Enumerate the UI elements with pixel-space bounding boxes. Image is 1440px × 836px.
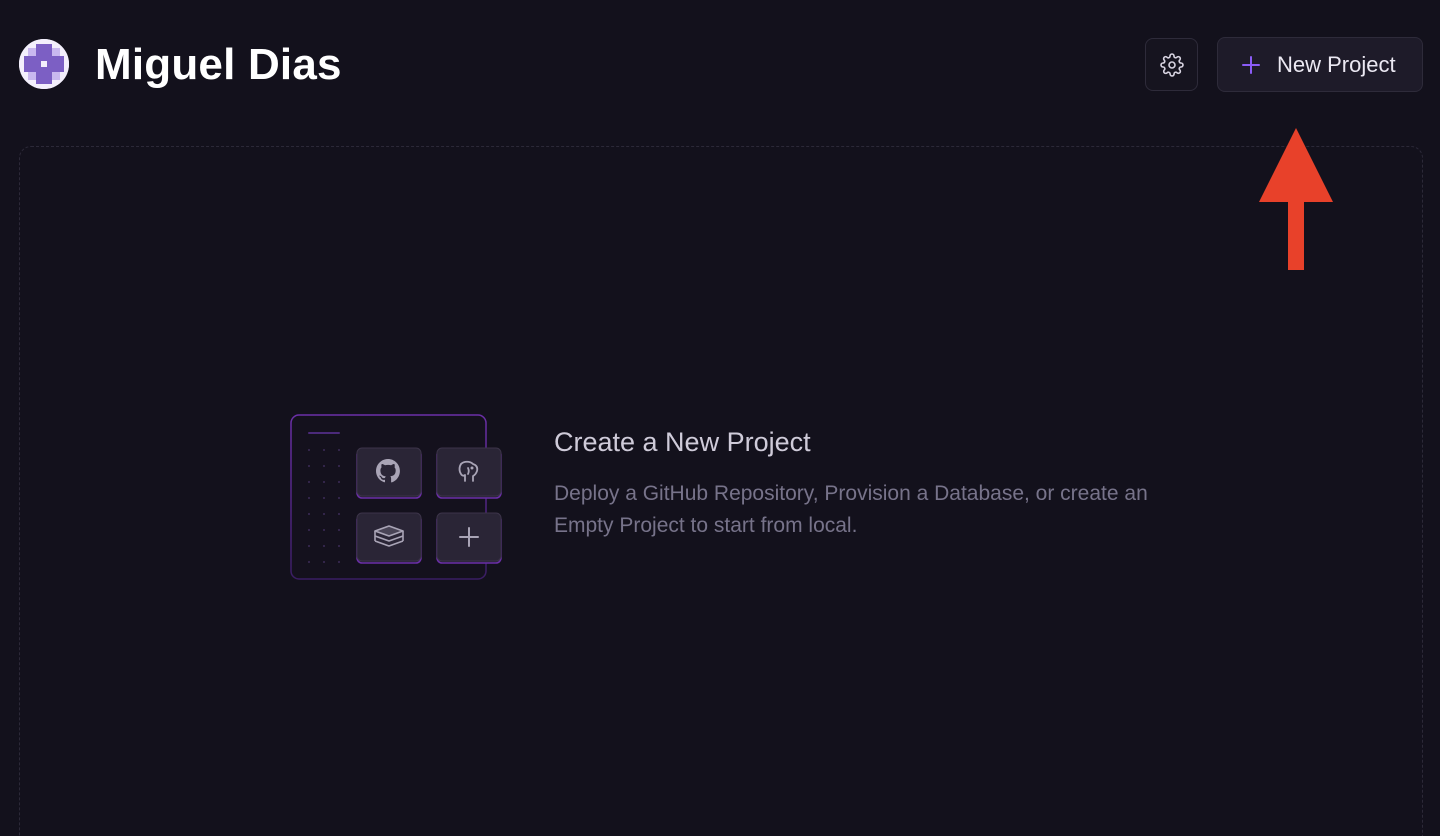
avatar-pattern-icon xyxy=(19,39,69,89)
empty-state-description: Deploy a GitHub Repository, Provision a … xyxy=(554,482,1148,537)
gear-icon xyxy=(1159,52,1184,77)
annotation-arrow-icon xyxy=(1259,128,1333,270)
postgres-tile xyxy=(436,447,502,499)
new-project-button[interactable]: New Project xyxy=(1217,37,1423,92)
header: Miguel Dias New Project xyxy=(0,0,1440,130)
redis-tile xyxy=(356,512,422,564)
page-title: Miguel Dias xyxy=(95,40,342,89)
avatar[interactable] xyxy=(19,39,69,89)
plus-icon xyxy=(1242,55,1260,74)
new-project-label: New Project xyxy=(1277,51,1396,77)
empty-state-illustration xyxy=(290,414,502,580)
settings-button[interactable] xyxy=(1145,38,1198,91)
github-tile xyxy=(356,447,422,499)
empty-state-title: Create a New Project xyxy=(554,427,811,457)
add-tile xyxy=(436,512,502,564)
